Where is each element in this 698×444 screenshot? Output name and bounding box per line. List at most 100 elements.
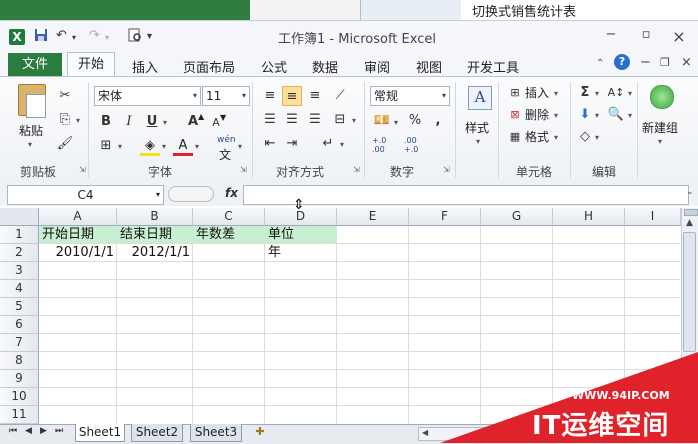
clipboard-launcher-icon[interactable]: ⇲: [79, 165, 86, 174]
tab-file[interactable]: 文件: [8, 53, 62, 76]
workbook-minimize-icon[interactable]: −: [640, 55, 651, 70]
redo-dropdown-icon[interactable]: ▾: [105, 33, 109, 42]
cell-d1[interactable]: 单位: [268, 226, 294, 244]
decrease-indent-icon[interactable]: ⇤: [260, 134, 280, 154]
column-header-i[interactable]: I: [625, 208, 681, 226]
undo-icon[interactable]: ↶: [56, 28, 67, 43]
sort-dropdown-icon[interactable]: ▾: [628, 89, 632, 98]
undo-dropdown-icon[interactable]: ▾: [72, 33, 76, 42]
scroll-up-icon[interactable]: ▲: [686, 218, 693, 228]
column-header-g[interactable]: G: [481, 208, 553, 226]
row-header-8[interactable]: 8: [0, 352, 39, 370]
cell-c1[interactable]: 年数差: [196, 226, 235, 244]
font-size-select[interactable]: 11 ▾: [202, 86, 250, 106]
font-launcher-icon[interactable]: ⇲: [240, 165, 247, 174]
name-box[interactable]: C4 ▾: [7, 185, 164, 205]
minimize-button[interactable]: −: [600, 27, 622, 45]
wrap-dropdown-icon[interactable]: ▾: [340, 140, 344, 149]
sheet-tab-sheet1[interactable]: Sheet1: [75, 424, 125, 442]
align-bottom-icon[interactable]: ≡: [305, 86, 325, 106]
font-name-select[interactable]: 宋体 ▾: [94, 86, 201, 106]
find-select-icon[interactable]: 🔍: [606, 105, 626, 125]
increase-decimal-button[interactable]: +.0 .00: [372, 136, 398, 154]
currency-dropdown-icon[interactable]: ▾: [394, 118, 398, 127]
close-button[interactable]: ×: [668, 27, 690, 46]
row-header-5[interactable]: 5: [0, 298, 39, 316]
align-right-icon[interactable]: ☰: [305, 110, 325, 130]
tab-insert[interactable]: 插入: [132, 57, 158, 76]
cell-a1[interactable]: 开始日期: [42, 226, 94, 244]
tab-page-layout[interactable]: 页面布局: [183, 57, 235, 76]
save-icon[interactable]: [34, 28, 48, 46]
column-header-b[interactable]: B: [117, 208, 193, 226]
font-color-dropdown-icon[interactable]: ▾: [195, 142, 199, 151]
merge-center-icon[interactable]: ⊟: [330, 110, 350, 130]
phonetic-guide-button[interactable]: wén: [217, 135, 236, 145]
paste-dropdown-icon[interactable]: ▾: [28, 140, 32, 149]
autosum-button[interactable]: Σ: [575, 83, 595, 103]
new-group-dropdown-icon[interactable]: ▾: [658, 137, 662, 146]
insert-function-button[interactable]: fx: [225, 186, 238, 200]
tab-view[interactable]: 视图: [416, 57, 442, 76]
cut-icon[interactable]: ✂: [55, 86, 75, 106]
bold-button[interactable]: B: [96, 112, 116, 132]
comma-button[interactable]: ,: [428, 111, 448, 131]
cell-b2[interactable]: 2012/1/1: [117, 244, 190, 262]
delete-cells-icon[interactable]: ⊠: [505, 105, 525, 125]
row-header-6[interactable]: 6: [0, 316, 39, 334]
row-header-1[interactable]: 1: [0, 226, 39, 244]
alignment-launcher-icon[interactable]: ⇲: [353, 165, 360, 174]
split-box-handle[interactable]: [684, 209, 698, 216]
fill-color-dropdown-icon[interactable]: ▾: [162, 142, 166, 151]
first-sheet-icon[interactable]: ⏮: [9, 426, 17, 436]
redo-icon[interactable]: ↷: [89, 28, 100, 43]
borders-dropdown-icon[interactable]: ▾: [118, 142, 122, 151]
autosum-dropdown-icon[interactable]: ▾: [595, 89, 599, 98]
last-sheet-icon[interactable]: ⏭: [55, 426, 63, 436]
styles-icon[interactable]: A: [468, 86, 492, 110]
workbook-close-icon[interactable]: ×: [681, 55, 692, 70]
prev-sheet-icon[interactable]: ◀: [25, 426, 32, 436]
orientation-icon[interactable]: ⟋: [330, 86, 350, 106]
column-header-e[interactable]: E: [337, 208, 409, 226]
workbook-restore-icon[interactable]: ❐: [660, 56, 670, 69]
expand-formula-icon[interactable]: ⌄: [686, 187, 694, 197]
format-painter-icon[interactable]: 🖌: [55, 134, 75, 154]
formula-input[interactable]: [243, 185, 689, 205]
find-dropdown-icon[interactable]: ▾: [628, 111, 632, 120]
decrease-decimal-button[interactable]: .00 +.0: [404, 136, 430, 154]
print-preview-icon[interactable]: [128, 28, 142, 47]
percent-button[interactable]: %: [405, 111, 425, 131]
minimize-ribbon-icon[interactable]: ⌃: [596, 58, 604, 69]
tab-data[interactable]: 数据: [312, 57, 338, 76]
column-header-h[interactable]: H: [553, 208, 625, 226]
fill-color-icon[interactable]: ◈: [140, 136, 160, 156]
font-color-button[interactable]: A: [173, 136, 193, 156]
fill-icon[interactable]: ⬇: [575, 105, 595, 125]
borders-icon[interactable]: ⊞: [96, 136, 116, 156]
insert-cells-button[interactable]: 插入: [525, 84, 549, 101]
row-header-7[interactable]: 7: [0, 334, 39, 352]
copy-icon[interactable]: ⎘: [55, 110, 75, 130]
currency-icon[interactable]: 💴: [372, 111, 392, 131]
cell-d2[interactable]: 年: [268, 244, 281, 262]
row-header-3[interactable]: 3: [0, 262, 39, 280]
scroll-left-icon[interactable]: ◀: [422, 428, 428, 437]
cell-b1[interactable]: 结束日期: [120, 226, 172, 244]
tab-formulas[interactable]: 公式: [261, 57, 287, 76]
column-header-f[interactable]: F: [409, 208, 481, 226]
excel-app-icon[interactable]: X: [9, 29, 25, 45]
tab-home[interactable]: 开始: [67, 52, 115, 76]
vertical-scroll-thumb[interactable]: [683, 232, 696, 352]
clear-dropdown-icon[interactable]: ▾: [595, 133, 599, 142]
select-all-button[interactable]: [0, 208, 39, 226]
column-header-a[interactable]: A: [39, 208, 117, 226]
formula-splitter[interactable]: [168, 186, 214, 202]
restore-button[interactable]: ▫: [635, 27, 657, 45]
clear-icon[interactable]: ◇: [575, 127, 595, 147]
align-top-icon[interactable]: ≡: [260, 86, 280, 106]
next-sheet-icon[interactable]: ▶: [40, 426, 47, 436]
number-format-select[interactable]: 常规 ▾: [370, 86, 450, 106]
name-box-dropdown-icon[interactable]: ▾: [156, 186, 160, 204]
sheet-tab-sheet3[interactable]: Sheet3: [190, 424, 242, 442]
